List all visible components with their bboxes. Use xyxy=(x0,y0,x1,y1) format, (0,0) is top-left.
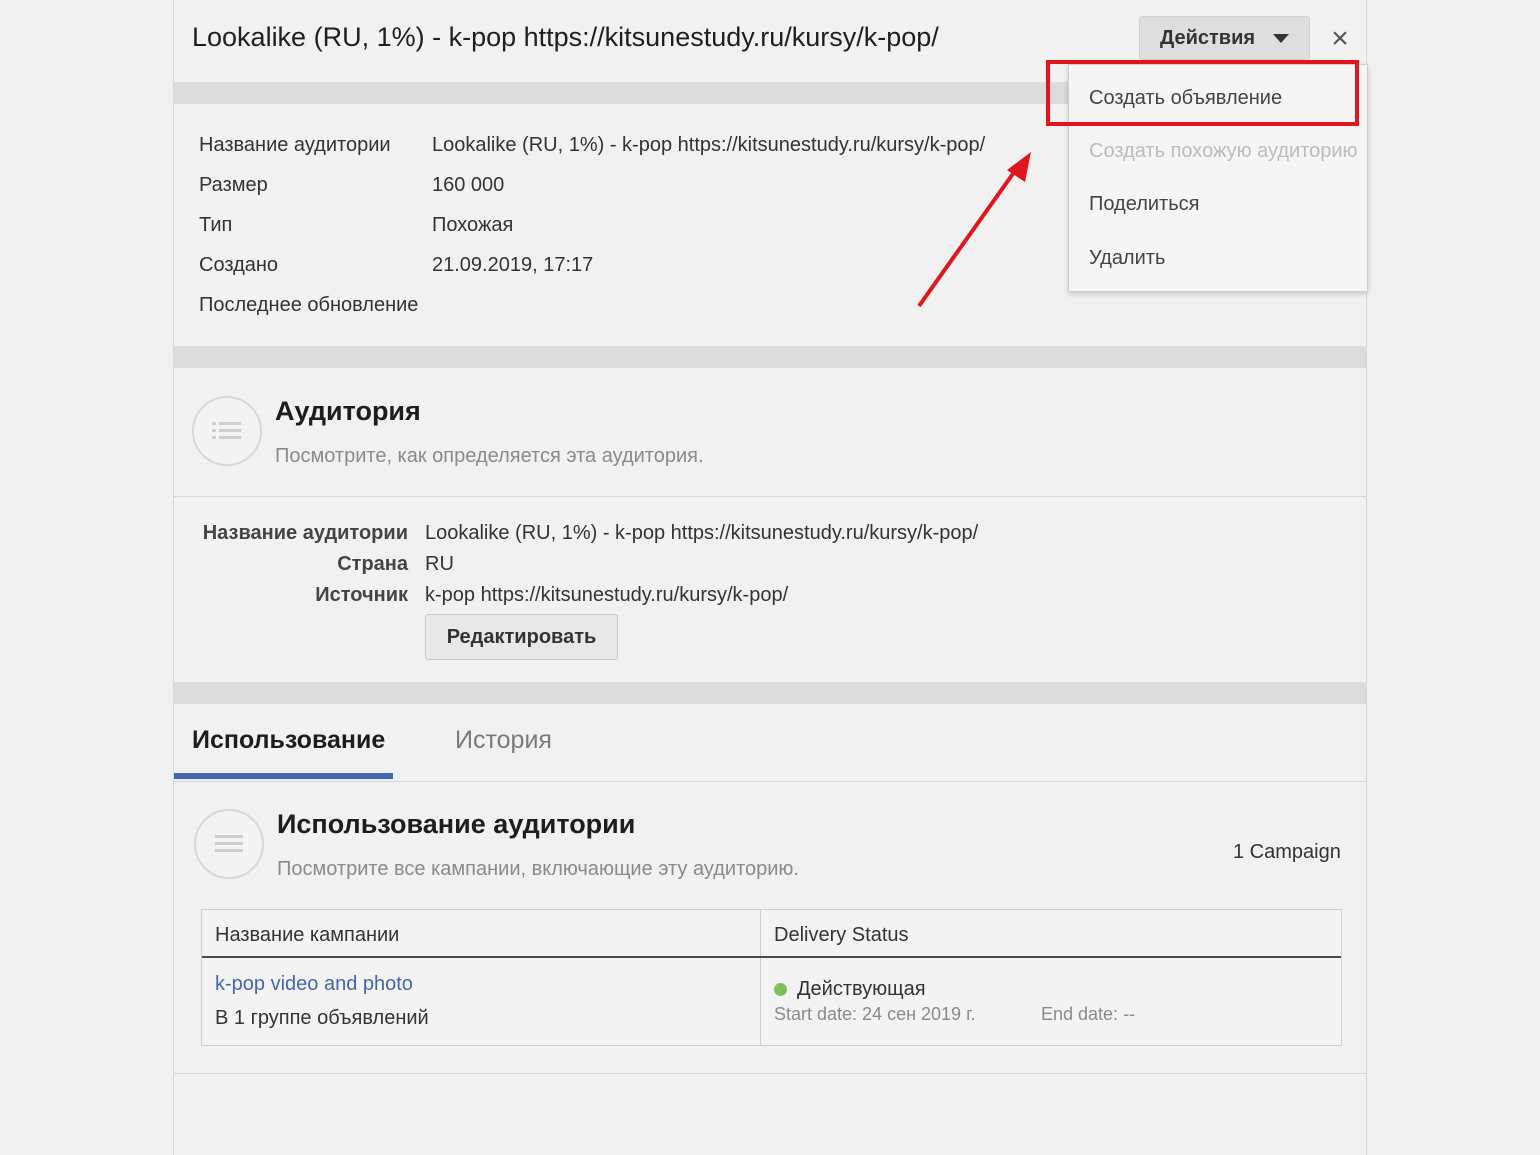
campaign-link[interactable]: k-pop video and photo xyxy=(215,973,413,996)
caret-down-icon xyxy=(1273,33,1290,43)
campaign-count: 1 Campaign xyxy=(1233,841,1341,863)
section-divider xyxy=(174,346,1366,368)
audience-detail-panel: Lookalike (RU, 1%) - k-pop https://kitsu… xyxy=(173,0,1368,1155)
highlight-box xyxy=(1046,60,1359,126)
summary-label-type: Тип xyxy=(199,214,233,236)
audience-label-name: Название аудитории xyxy=(202,522,408,544)
summary-value-name: Lookalike (RU, 1%) - k-pop https://kitsu… xyxy=(432,134,986,156)
edit-button[interactable]: Редактировать xyxy=(425,614,618,660)
audience-value-country: RU xyxy=(425,553,454,575)
divider xyxy=(174,1073,1366,1074)
audience-section-title: Аудитория xyxy=(275,396,421,426)
end-date: End date: -- xyxy=(1041,1004,1136,1024)
campaign-table: Название кампании Delivery Status k-pop … xyxy=(201,909,1342,1046)
delivery-status: Действующая xyxy=(797,978,926,1000)
summary-value-size: 160 000 xyxy=(432,174,505,196)
menu-icon xyxy=(194,809,264,879)
table-header-status: Delivery Status xyxy=(774,924,909,946)
usage-section-subtitle: Посмотрите все кампании, включающие эту … xyxy=(277,858,799,880)
start-date: Start date: 24 сен 2019 г. xyxy=(774,1004,976,1024)
divider xyxy=(174,496,1366,497)
list-icon xyxy=(192,396,262,466)
section-divider xyxy=(174,682,1366,704)
table-header-campaign: Название кампании xyxy=(215,924,400,946)
audience-label-source: Источник xyxy=(315,584,408,606)
tab-history[interactable]: История xyxy=(455,726,552,755)
audience-section-subtitle: Посмотрите, как определяется эта аудитор… xyxy=(275,445,704,467)
summary-label-name: Название аудитории xyxy=(199,134,391,156)
tab-usage[interactable]: Использование xyxy=(192,726,385,755)
annotation-arrow-icon xyxy=(917,152,1031,308)
menu-item-delete[interactable]: Удалить xyxy=(1089,247,1165,270)
summary-label-size: Размер xyxy=(199,174,268,196)
column-divider xyxy=(760,910,761,1045)
close-icon[interactable]: × xyxy=(1324,20,1356,58)
status-dot-icon xyxy=(774,983,787,996)
panel-title: Lookalike (RU, 1%) - k-pop https://kitsu… xyxy=(192,22,939,52)
summary-label-created: Создано xyxy=(199,254,279,276)
campaign-groups: В 1 группе объявлений xyxy=(215,1007,429,1029)
menu-item-create-lookalike: Создать похожую аудиторию xyxy=(1089,140,1358,162)
menu-item-share[interactable]: Поделиться xyxy=(1089,193,1199,216)
header-underline xyxy=(202,956,1341,958)
active-tab-indicator xyxy=(174,773,393,779)
divider xyxy=(174,781,1366,782)
summary-label-updated: Последнее обновление xyxy=(199,294,419,316)
actions-button-label: Действия xyxy=(1159,26,1256,49)
audience-value-source: k-pop https://kitsunestudy.ru/kursy/k-po… xyxy=(425,584,789,606)
usage-section-title: Использование аудитории xyxy=(277,809,636,839)
audience-value-name: Lookalike (RU, 1%) - k-pop https://kitsu… xyxy=(425,522,979,544)
audience-label-country: Страна xyxy=(337,553,408,575)
summary-value-type: Похожая xyxy=(432,214,514,236)
actions-button[interactable]: Действия xyxy=(1139,16,1310,60)
summary-value-created: 21.09.2019, 17:17 xyxy=(432,254,594,276)
